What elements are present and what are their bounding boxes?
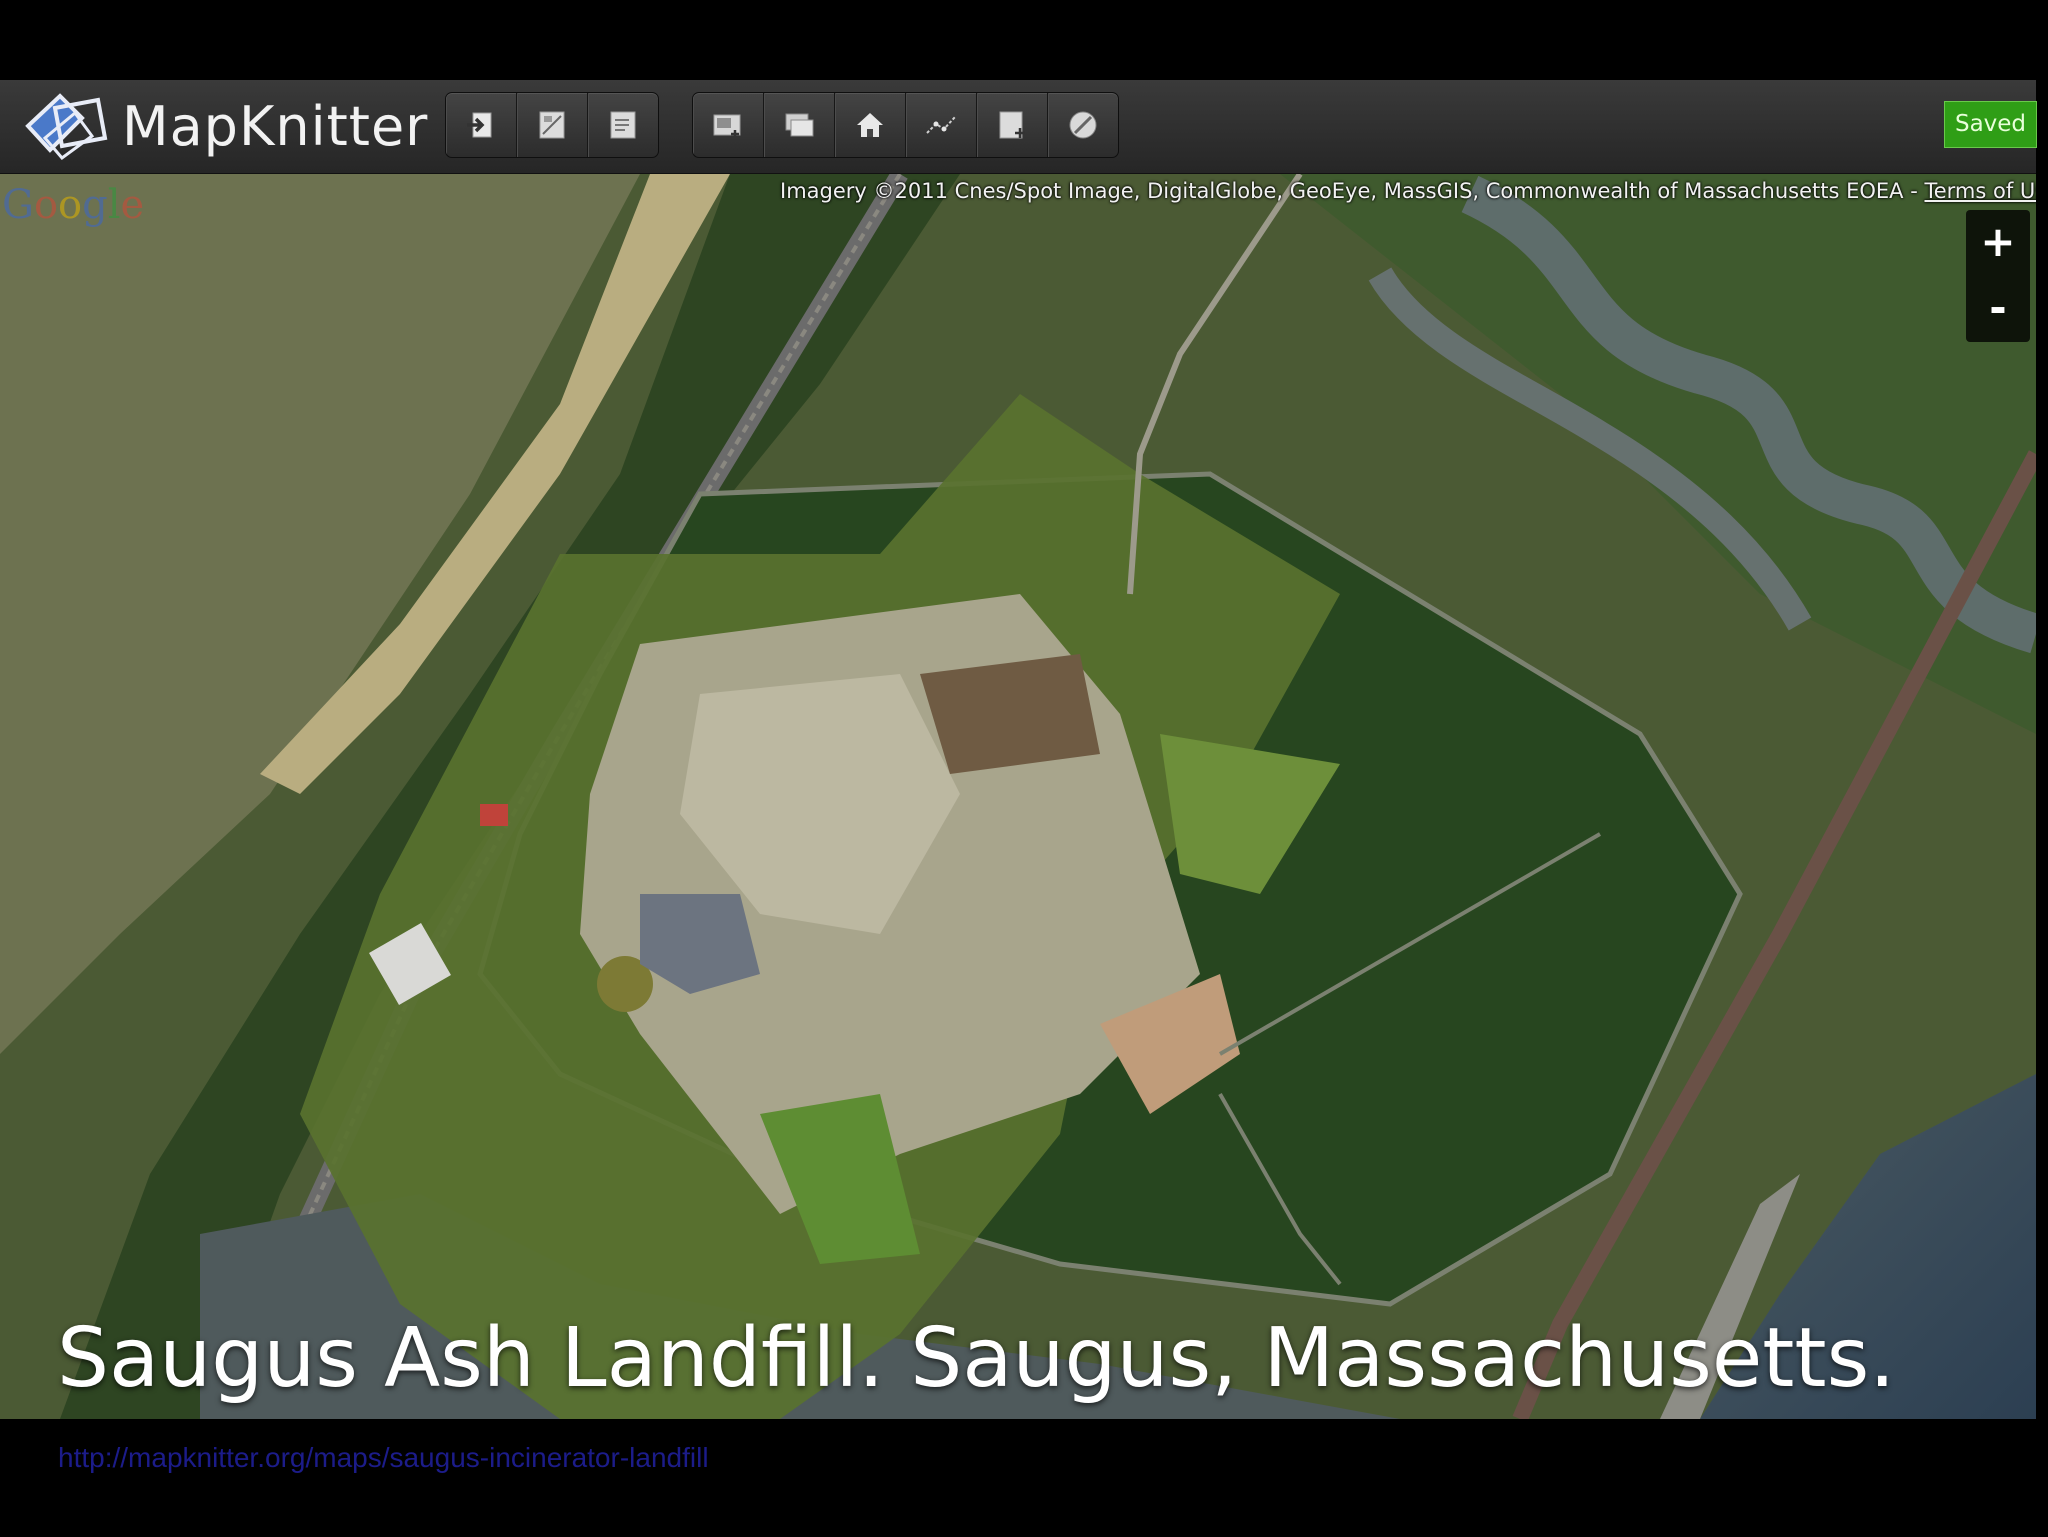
add-layer-button[interactable] bbox=[977, 93, 1048, 157]
map-caption: Saugus Ash Landfill. Saugus, Massachuset… bbox=[57, 1311, 1896, 1406]
import-icon bbox=[467, 112, 492, 138]
add-image-icon bbox=[713, 114, 741, 138]
add-layer-icon bbox=[999, 111, 1025, 139]
circle-icon bbox=[1069, 111, 1097, 139]
map-attribution: Imagery ©2011 Cnes/Spot Image, DigitalGl… bbox=[780, 176, 2036, 206]
image-export-icon bbox=[610, 111, 636, 139]
import-button[interactable] bbox=[446, 93, 517, 157]
home-icon bbox=[857, 113, 883, 137]
draw-path-button[interactable] bbox=[906, 93, 977, 157]
google-logo-icon[interactable]: Google bbox=[2, 180, 144, 230]
layers-button[interactable] bbox=[764, 93, 835, 157]
zoom-in-button[interactable]: + bbox=[1966, 210, 2030, 276]
mapknitter-logo-icon[interactable] bbox=[20, 88, 115, 166]
add-image-button[interactable] bbox=[693, 93, 764, 157]
slide-frame: MapKnitter Saved Imagery ©2011 Cnes/Spot… bbox=[0, 0, 2048, 1537]
path-icon bbox=[926, 116, 956, 134]
circle-tool-button[interactable] bbox=[1048, 93, 1118, 157]
layers-icon bbox=[785, 113, 814, 137]
toolbar: MapKnitter Saved bbox=[0, 80, 2037, 174]
toolbar-group-file bbox=[445, 92, 659, 158]
zoom-control: + - bbox=[1966, 210, 2030, 342]
map-canvas[interactable]: Imagery ©2011 Cnes/Spot Image, DigitalGl… bbox=[0, 174, 2036, 1419]
toolbar-group-map bbox=[692, 92, 1119, 158]
terms-of-use-link[interactable]: Terms of Use bbox=[1924, 179, 2036, 203]
source-url-link[interactable]: http://mapknitter.org/maps/saugus-incine… bbox=[58, 1440, 709, 1476]
export-image-button[interactable] bbox=[588, 93, 658, 157]
attribution-text: Imagery ©2011 Cnes/Spot Image, DigitalGl… bbox=[780, 179, 1925, 203]
satellite-imagery bbox=[0, 174, 2036, 1419]
home-button[interactable] bbox=[835, 93, 906, 157]
app-title[interactable]: MapKnitter bbox=[122, 94, 428, 160]
zoom-out-button[interactable]: - bbox=[1966, 276, 2030, 342]
edit-image-button[interactable] bbox=[517, 93, 588, 157]
image-edit-icon bbox=[539, 111, 565, 139]
saved-status-badge: Saved bbox=[1944, 101, 2037, 148]
